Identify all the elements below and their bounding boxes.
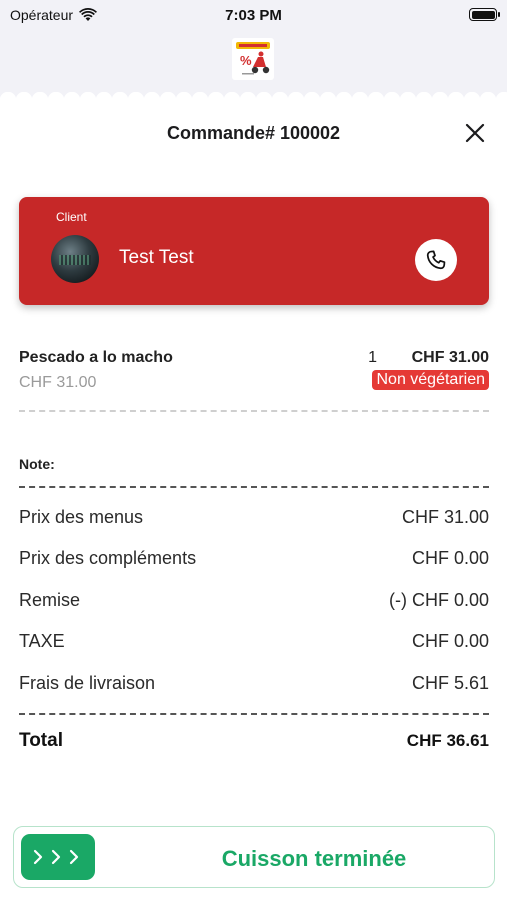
client-name: Test Test xyxy=(119,247,194,268)
summary-row-discount: Remise (-) CHF 0.00 xyxy=(19,590,489,611)
summary-value: (-) CHF 0.00 xyxy=(388,590,489,610)
total-row: Total CHF 36.61 xyxy=(19,730,489,752)
scalloped-edge xyxy=(0,92,507,108)
summary-label: TAXE xyxy=(19,631,65,651)
divider xyxy=(19,410,489,412)
summary-row-supplements: Prix des compléments CHF 0.00 xyxy=(19,548,489,569)
cooking-done-slider[interactable]: Cuisson terminée xyxy=(13,826,495,888)
summary-value: CHF 0.00 xyxy=(411,631,489,651)
summary-label: Prix des compléments xyxy=(19,548,197,568)
summary-row-menus: Prix des menus CHF 31.00 xyxy=(19,507,489,528)
summary-label: Frais de livraison xyxy=(19,673,156,693)
divider xyxy=(19,486,489,488)
client-label: Client xyxy=(56,210,87,224)
battery-icon xyxy=(469,8,500,21)
order-header: Commande# 100002 xyxy=(0,118,507,148)
carrier: Opérateur xyxy=(10,7,98,23)
status-bar: Opérateur 7:03 PM xyxy=(0,0,507,30)
order-item: Pescado a lo macho CHF 31.00 1 CHF 31.00… xyxy=(19,348,489,396)
divider xyxy=(19,713,489,715)
summary-row-tax: TAXE CHF 0.00 xyxy=(19,631,489,652)
wifi-icon xyxy=(79,8,98,21)
summary-label: Remise xyxy=(19,590,81,610)
item-name: Pescado a lo macho xyxy=(19,349,173,366)
delivery-scooter-icon: % xyxy=(236,42,270,75)
carrier-name: Opérateur xyxy=(10,7,74,23)
order-title: Commande# 100002 xyxy=(166,122,341,143)
cooking-done-label: Cuisson terminée xyxy=(14,846,494,872)
note-label: Note: xyxy=(19,456,55,472)
svg-text:%: % xyxy=(240,53,252,68)
summary-value: CHF 5.61 xyxy=(411,673,489,693)
close-icon[interactable] xyxy=(463,121,487,145)
item-price: CHF 31.00 xyxy=(411,349,489,366)
total-value: CHF 36.61 xyxy=(406,731,489,750)
client-card: Client Test Test xyxy=(19,197,489,305)
summary-value: CHF 0.00 xyxy=(411,548,489,568)
summary-value: CHF 31.00 xyxy=(401,507,489,527)
avatar xyxy=(51,235,99,283)
total-label: Total xyxy=(19,730,63,751)
call-button[interactable] xyxy=(415,239,457,281)
item-unit-price: CHF 31.00 xyxy=(19,374,97,391)
summary-row-delivery: Frais de livraison CHF 5.61 xyxy=(19,673,489,694)
non-vegetarian-badge: Non végétarien xyxy=(372,370,489,390)
phone-icon xyxy=(426,250,446,270)
summary-label: Prix des menus xyxy=(19,507,144,527)
action-label-text: Cuisson terminée xyxy=(221,846,407,871)
restaurant-logo: % xyxy=(232,38,274,80)
item-quantity: 1 xyxy=(368,349,377,366)
